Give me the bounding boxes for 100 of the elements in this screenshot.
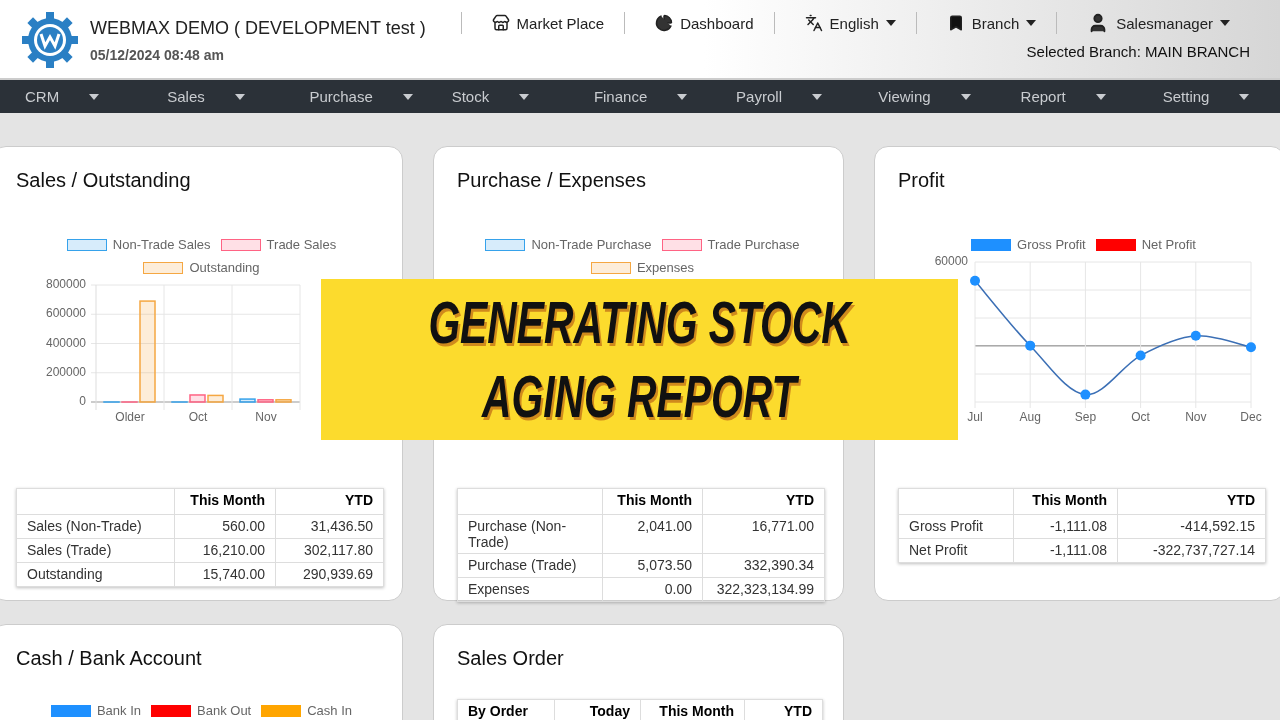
table-cell: 15,740.00 (174, 562, 276, 587)
column-header: This Month (1013, 488, 1118, 515)
translate-icon (804, 14, 823, 32)
nav-menu-item[interactable]: CRM (0, 80, 143, 113)
nav-menu-item[interactable]: Viewing (853, 80, 996, 113)
legend-swatch (66, 238, 107, 251)
row-label: Net Profit (898, 538, 1014, 563)
axis-label: 400000 (45, 335, 86, 350)
table-cell: 2,041.00 (602, 514, 703, 554)
table-cell: 322,323,134.99 (702, 577, 825, 602)
table-cell: 290,939.69 (275, 562, 384, 587)
nav-menu-item[interactable]: Finance (568, 80, 712, 113)
axis-label: Older (115, 410, 145, 425)
table-cell: 16,771.00 (702, 514, 825, 554)
column-header: YTD (744, 699, 823, 720)
caret-icon (519, 93, 530, 100)
table-cell: -322,737,727.14 (1117, 538, 1266, 563)
axis-label: Oct (1131, 410, 1150, 425)
caret-icon (89, 93, 100, 100)
table-cell: 0.00 (602, 577, 703, 602)
nav-menu-item[interactable]: Setting (1137, 80, 1280, 113)
caret-icon (402, 93, 413, 100)
column-header: Today (554, 699, 641, 720)
axis-label: Aug (1019, 410, 1041, 425)
header-link[interactable]: Dashboard (624, 12, 774, 34)
nav-menu-item[interactable]: Stock (426, 80, 569, 113)
card-title: Profit (898, 169, 946, 193)
nav-menu-item[interactable]: Payroll (711, 80, 854, 113)
legend-label: Expenses (636, 260, 695, 275)
row-label: Gross Profit (898, 514, 1014, 539)
banner-text: GENERATING STOCK (428, 287, 851, 358)
data-point (1080, 389, 1091, 400)
header-link[interactable]: Salesmanager (1056, 12, 1250, 34)
axis-label: Oct (188, 410, 208, 425)
header-link[interactable]: Branch (915, 12, 1057, 34)
legend-label: Non-Trade Purchase (531, 237, 652, 252)
data-point (1246, 342, 1256, 353)
caret-icon (960, 93, 971, 100)
card-title: Sales Order (457, 647, 565, 671)
legend-label: Trade Purchase (707, 237, 800, 252)
axis-label: Nov (1185, 410, 1207, 425)
header-link[interactable]: English (773, 12, 916, 34)
axis-label: Sep (1074, 410, 1097, 425)
card-title: Cash / Bank Account (16, 647, 203, 671)
legend-label: Bank In (96, 703, 142, 718)
data-point (970, 275, 980, 286)
row-label: Purchase (Trade) (457, 553, 603, 578)
caret-icon (234, 93, 245, 100)
header-link[interactable]: Market Place (460, 12, 625, 34)
logo-icon (22, 12, 78, 68)
row-label: Outstanding (16, 562, 175, 587)
table-cell: 5,073.50 (602, 553, 703, 578)
bar (207, 394, 224, 403)
table-cell: 31,436.50 (275, 514, 384, 539)
app-title: WEBMAX DEMO ( DEVELOPMENT test ) (90, 17, 426, 39)
axis-label: Jul (967, 410, 983, 425)
axis-label: 600000 (45, 306, 86, 321)
legend-swatch (220, 238, 261, 251)
table-cell: -1,111.08 (1013, 538, 1118, 563)
axis-label: 200000 (45, 364, 86, 379)
column-header: By Order (457, 699, 555, 720)
nav-menu-item[interactable]: Report (995, 80, 1138, 113)
card-title: Purchase / Expenses (457, 169, 647, 193)
caret-icon (811, 93, 822, 100)
legend-label: Net Profit (1141, 237, 1196, 252)
axis-label: Nov (255, 410, 277, 425)
card-title: Sales / Outstanding (16, 169, 192, 193)
caret-icon (1095, 93, 1106, 100)
legend-swatch (143, 261, 184, 274)
column-header: This Month (602, 488, 703, 515)
table-cell: 332,390.34 (702, 553, 825, 578)
legend-label: Gross Profit (1017, 237, 1086, 252)
data-point (1190, 330, 1201, 341)
axis-label: 0 (79, 394, 86, 409)
caret-icon (1239, 93, 1250, 100)
nav-menu-item[interactable]: Sales (142, 80, 285, 113)
row-label: Sales (Non-Trade) (16, 514, 175, 539)
legend-label: Bank Out (197, 703, 252, 718)
table-cell: 560.00 (174, 514, 276, 539)
selected-branch: Selected Branch: MAIN BRANCH (1026, 43, 1250, 60)
column-header: YTD (702, 488, 825, 515)
nav-menu-item[interactable]: Purchase (284, 80, 427, 113)
row-label: Purchase (Non-Trade) (457, 514, 603, 554)
column-header: This Month (174, 488, 276, 515)
row-label: Sales (Trade) (16, 538, 175, 563)
table-cell: -1,111.08 (1013, 514, 1118, 539)
legend-label: Trade Sales (266, 237, 337, 252)
column-header: This Month (640, 699, 745, 720)
data-point (1025, 340, 1036, 351)
row-label: Expenses (457, 577, 603, 602)
table-cell: 16,210.00 (174, 538, 276, 563)
axis-label: Dec (1240, 410, 1262, 425)
table-cell: 302,117.80 (275, 538, 384, 563)
column-header: YTD (1117, 488, 1266, 515)
table-cell: -414,592.15 (1117, 514, 1266, 539)
pie-chart-icon (655, 14, 674, 32)
legend-label: Cash In (307, 703, 353, 718)
data-point (1135, 350, 1146, 361)
legend-label: Outstanding (189, 260, 260, 275)
date-time: 05/12/2024 08:48 am (90, 46, 225, 63)
